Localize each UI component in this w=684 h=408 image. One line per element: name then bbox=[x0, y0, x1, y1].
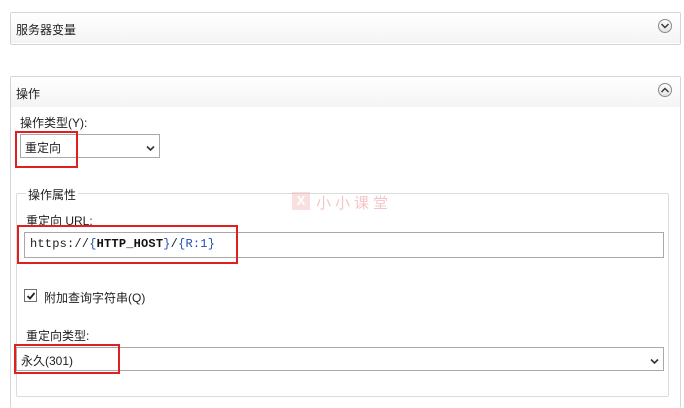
watermark-text: 小小课堂 bbox=[316, 195, 393, 212]
action-header[interactable]: 操作 bbox=[11, 77, 680, 107]
highlight-action-type bbox=[15, 131, 78, 168]
action-title: 操作 bbox=[16, 87, 41, 101]
redirect-type-label: 重定向类型: bbox=[26, 329, 90, 343]
append-query-checkbox[interactable] bbox=[24, 289, 37, 302]
dropdown-arrow-icon bbox=[650, 354, 659, 368]
expand-chevron-icon[interactable] bbox=[658, 19, 672, 33]
highlight-redirect-url bbox=[17, 225, 238, 264]
append-query-label[interactable]: 附加查询字符串(Q) bbox=[44, 289, 145, 306]
watermark-logo: X bbox=[292, 192, 310, 210]
dropdown-arrow-icon bbox=[146, 141, 155, 155]
server-variables-title: 服务器变量 bbox=[16, 23, 77, 37]
highlight-redirect-type bbox=[14, 344, 120, 374]
server-variables-panel: 服务器变量 bbox=[10, 12, 681, 45]
collapse-chevron-icon[interactable] bbox=[658, 83, 672, 97]
action-type-label: 操作类型(Y): bbox=[20, 116, 88, 130]
server-variables-header[interactable]: 服务器变量 bbox=[11, 13, 680, 43]
action-properties-legend: 操作属性 bbox=[26, 186, 79, 203]
